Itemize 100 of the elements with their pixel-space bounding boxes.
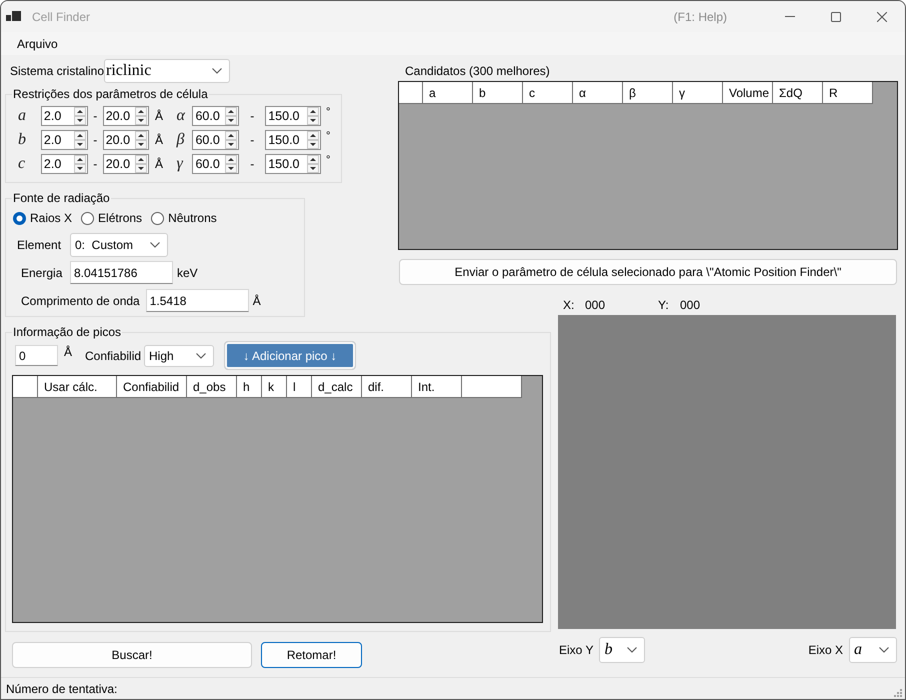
range-dash: -	[92, 109, 98, 123]
header-corner	[13, 376, 38, 398]
column-header[interactable]: R	[823, 82, 873, 104]
radio-option[interactable]: Nêutrons	[151, 211, 217, 225]
column-header[interactable]: Confiabilid	[117, 376, 187, 398]
parameter-symbol: γ	[176, 155, 184, 173]
triangle-down-icon[interactable]	[225, 140, 238, 149]
coordinate-value: 000	[585, 298, 606, 312]
axis-dropdown[interactable]: b	[599, 637, 646, 663]
triangle-down-icon[interactable]	[307, 116, 320, 125]
data-grid[interactable]: Usar cálc. Confiabilid d_obs h k l d_calc dif. Int.	[12, 375, 543, 623]
axis-dropdown[interactable]: a	[849, 637, 897, 663]
radio-option[interactable]: Elétrons	[81, 211, 142, 225]
triangle-up-icon[interactable]	[134, 131, 147, 140]
field-label: Energia	[20, 266, 64, 280]
send-button[interactable]: Enviar o parâmetro de célula selecionado para \"Atomic Position Finder\"	[399, 259, 897, 285]
triangle-up-icon[interactable]	[307, 155, 320, 164]
spin-box[interactable]: 2.0	[40, 154, 88, 174]
triangle-down-icon[interactable]	[225, 164, 238, 173]
triangle-down-icon[interactable]	[134, 140, 147, 149]
input-field[interactable]: 1.5418	[146, 289, 249, 312]
column-header[interactable]: Usar cálc.	[38, 376, 117, 398]
column-header[interactable]: γ	[673, 82, 723, 104]
spin-box[interactable]: 60.0	[192, 106, 240, 126]
radio-option[interactable]: Raios X	[13, 211, 72, 225]
resume-button[interactable]: Retomar!	[261, 642, 362, 668]
triangle-up-icon[interactable]	[74, 107, 86, 116]
column-header[interactable]: l	[287, 376, 312, 398]
spin-box[interactable]: 2.0	[40, 130, 88, 150]
column-header[interactable]: a	[423, 82, 473, 104]
unit-label: °	[325, 106, 332, 118]
triangle-down-icon[interactable]	[225, 116, 238, 125]
column-header[interactable]	[462, 376, 522, 398]
triangle-down-icon[interactable]	[307, 164, 320, 173]
field-label: Eixo X	[808, 643, 843, 657]
triangle-up-icon[interactable]	[134, 107, 147, 116]
parameter-symbol: b	[17, 131, 27, 149]
field-label: Eixo Y	[559, 643, 594, 657]
chevron-down-icon	[879, 647, 889, 653]
chevron-down-icon	[627, 647, 638, 653]
column-header[interactable]: β	[623, 82, 673, 104]
coordinate-label: X:	[563, 298, 576, 312]
group-title: Fonte de radiação	[12, 191, 111, 205]
column-header[interactable]: h	[237, 376, 262, 398]
data-grid[interactable]: a b c α β γ Volume ΣdQ R	[398, 81, 898, 250]
triangle-down-icon[interactable]	[134, 164, 147, 173]
column-header[interactable]: ΣdQ	[773, 82, 823, 104]
triangle-down-icon[interactable]	[74, 140, 86, 149]
menu-item[interactable]: Arquivo	[10, 34, 65, 54]
column-header[interactable]: d_calc	[312, 376, 362, 398]
unit-label: Å	[252, 294, 261, 308]
add-peak-button[interactable]: ↓ Adicionar pico ↓	[224, 341, 356, 370]
coordinate-label: Y:	[658, 298, 670, 312]
input-field[interactable]: 0	[15, 345, 58, 366]
confidence-dropdown[interactable]: High	[144, 344, 214, 366]
element-dropdown[interactable]: 0: Custom	[70, 233, 168, 257]
triangle-up-icon[interactable]	[74, 131, 86, 140]
input-field[interactable]: 8.04151786	[70, 261, 173, 284]
triangle-up-icon[interactable]	[307, 107, 320, 116]
triangle-up-icon[interactable]	[74, 155, 86, 164]
spin-box[interactable]: 2.0	[40, 106, 88, 126]
column-header[interactable]: b	[473, 82, 523, 104]
triangle-up-icon[interactable]	[307, 131, 320, 140]
spin-box[interactable]: 150.0	[265, 130, 322, 150]
column-header[interactable]: α	[573, 82, 623, 104]
spin-box[interactable]: 20.0	[102, 130, 149, 150]
parameter-symbol: c	[17, 155, 26, 173]
resize-grip-icon[interactable]	[893, 688, 902, 697]
triangle-up-icon[interactable]	[225, 107, 238, 116]
column-header[interactable]: Int.	[412, 376, 462, 398]
search-button[interactable]: Buscar!	[12, 642, 252, 668]
range-dash: -	[92, 157, 98, 171]
spin-box[interactable]: 150.0	[265, 154, 322, 174]
triangle-down-icon[interactable]	[134, 116, 147, 125]
spin-box[interactable]: 20.0	[102, 154, 149, 174]
field-label: Confiabilid	[85, 348, 142, 362]
triangle-up-icon[interactable]	[225, 155, 238, 164]
chevron-down-icon	[150, 242, 160, 248]
triangle-down-icon[interactable]	[307, 140, 320, 149]
triangle-down-icon[interactable]	[74, 164, 86, 173]
column-header[interactable]: c	[523, 82, 573, 104]
section-title: Candidatos (300 melhores)	[405, 64, 550, 78]
spin-box[interactable]: 150.0	[265, 106, 322, 126]
group-title: Informação de picos	[12, 325, 122, 339]
triangle-down-icon[interactable]	[74, 116, 86, 125]
unit-label: Å	[154, 157, 164, 171]
close-icon	[877, 12, 887, 22]
field-label: Comprimento de onda	[20, 294, 140, 308]
triangle-up-icon[interactable]	[134, 155, 147, 164]
field-label: Element	[16, 238, 62, 252]
spin-box[interactable]: 60.0	[192, 130, 240, 150]
spin-box[interactable]: 20.0	[102, 106, 149, 126]
crystal-system-dropdown[interactable]: riclinic	[104, 59, 230, 83]
window-title: Cell Finder	[32, 10, 90, 24]
column-header[interactable]: dif.	[362, 376, 412, 398]
column-header[interactable]: k	[262, 376, 287, 398]
column-header[interactable]: d_obs	[187, 376, 237, 398]
spin-box[interactable]: 60.0	[192, 154, 240, 174]
column-header[interactable]: Volume	[723, 82, 773, 104]
triangle-up-icon[interactable]	[225, 131, 238, 140]
